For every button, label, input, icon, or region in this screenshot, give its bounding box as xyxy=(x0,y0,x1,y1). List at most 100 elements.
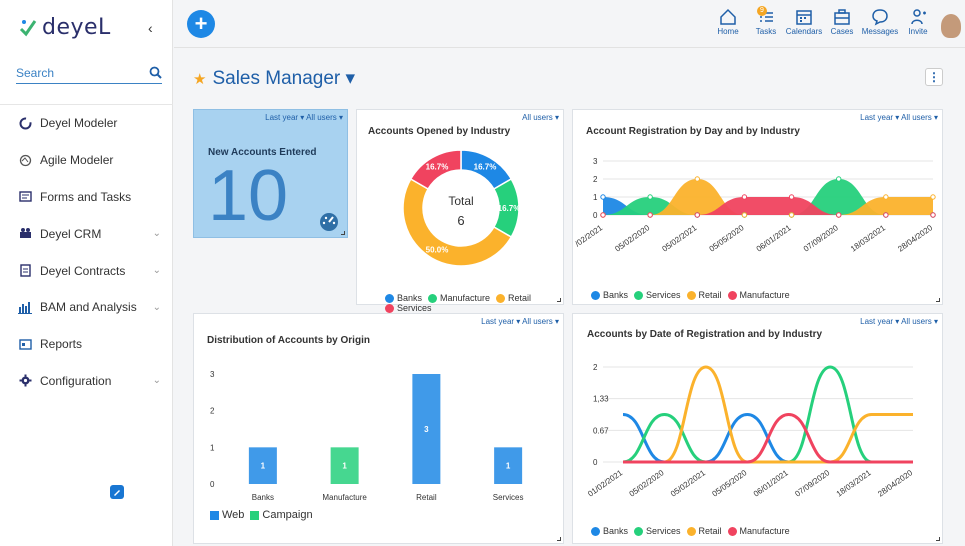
x-tick-label: Manufacture xyxy=(322,493,367,502)
donut-chart: 16.7% 16.7% 50.0% 16.7% Total 6 xyxy=(402,149,520,267)
area-point xyxy=(788,212,795,218)
gear-icon xyxy=(18,374,32,388)
contracts-icon xyxy=(18,264,32,278)
nav-tasks-label: Tasks xyxy=(755,27,777,36)
edit-menu-button[interactable] xyxy=(110,485,124,499)
y-tick-label: 2 xyxy=(210,407,215,416)
x-tick-label: 05/05/2020 xyxy=(710,468,748,499)
resize-handle[interactable] xyxy=(557,298,561,302)
y-tick-label: 2 xyxy=(593,175,598,184)
donut-card: All users ▾ Accounts Opened by Industry … xyxy=(356,109,564,313)
deyel-logo[interactable]: deyeL xyxy=(18,12,111,42)
nav-calendars[interactable]: Calendars xyxy=(785,8,823,36)
x-tick-label: 18/03/2021 xyxy=(835,468,873,499)
crm-icon xyxy=(18,227,32,241)
area-point xyxy=(788,194,795,200)
more-options-button[interactable]: ⋮ xyxy=(925,68,943,86)
donut-center-label: Total xyxy=(448,194,473,208)
y-tick-label: 3 xyxy=(210,370,215,379)
bar-chart-filter[interactable]: Last year ▾ All users ▾ xyxy=(481,317,559,326)
legend-services[interactable]: Services xyxy=(634,290,681,300)
x-tick-label: 05/05/2020 xyxy=(708,223,746,254)
resize-handle[interactable] xyxy=(341,231,345,235)
legend-retail[interactable]: Retail xyxy=(686,290,722,300)
top-nav: Home 9 Tasks Calendars Cases Messages In… xyxy=(709,6,937,36)
donut-slice-label: 16.7% xyxy=(426,162,449,171)
sidebar-item-deyel-crm[interactable]: Deyel CRM ⌄ xyxy=(0,215,173,252)
sidebar-item-deyel-modeler[interactable]: Deyel Modeler xyxy=(0,105,173,142)
resize-handle[interactable] xyxy=(936,537,940,541)
sidebar-item-deyel-contracts[interactable]: Deyel Contracts ⌄ xyxy=(0,252,173,289)
legend-campaign[interactable]: Campaign xyxy=(250,509,313,521)
area-point xyxy=(883,212,889,218)
nav-tasks[interactable]: 9 Tasks xyxy=(747,6,785,36)
sidebar-item-label: Reports xyxy=(40,337,83,352)
sidebar-item-configuration[interactable]: Configuration ⌄ xyxy=(0,363,173,400)
legend-manufacture[interactable]: Manufacture xyxy=(428,293,490,303)
user-avatar[interactable] xyxy=(941,14,961,38)
legend-services[interactable]: Services xyxy=(634,526,681,536)
area-chart-filter[interactable]: Last year ▾ All users ▾ xyxy=(860,113,938,122)
search-input[interactable] xyxy=(16,65,126,80)
y-tick-label: 1 xyxy=(210,443,215,452)
legend-services[interactable]: Services xyxy=(385,303,432,313)
chevron-down-icon: ⌄ xyxy=(152,228,161,240)
area-point xyxy=(741,194,748,200)
logo-icon xyxy=(19,20,37,37)
sidebar-item-bam-and-analysis[interactable]: BAM and Analysis ⌄ xyxy=(0,289,173,326)
chevron-down-icon: ⌄ xyxy=(152,265,161,277)
x-tick-label: Banks xyxy=(252,493,274,502)
line-chart-filter[interactable]: Last year ▾ All users ▾ xyxy=(860,317,938,326)
legend-retail[interactable]: Retail xyxy=(496,293,531,303)
area-point xyxy=(741,212,748,218)
sidebar-item-reports[interactable]: Reports xyxy=(0,326,173,363)
sidebar-item-label: Deyel Contracts xyxy=(40,263,126,278)
legend-manufacture[interactable]: Manufacture xyxy=(727,290,790,300)
page-title[interactable]: ★ Sales Manager ▾ xyxy=(193,67,355,90)
legend-banks[interactable]: Banks xyxy=(591,526,628,536)
gauge-icon[interactable] xyxy=(318,211,340,231)
resize-handle[interactable] xyxy=(557,537,561,541)
bar-chart-title: Distribution of Accounts by Origin xyxy=(207,335,370,346)
chevron-down-icon: ⌄ xyxy=(152,375,161,387)
bar-data-label: 1 xyxy=(506,462,511,471)
legend-banks[interactable]: Banks xyxy=(385,293,422,303)
add-button[interactable]: + xyxy=(187,10,215,38)
area-point xyxy=(647,212,653,218)
area-point xyxy=(883,194,889,200)
area-point xyxy=(694,212,700,218)
nav-calendars-label: Calendars xyxy=(785,27,823,36)
sidebar-item-agile-modeler[interactable]: Agile Modeler xyxy=(0,142,173,179)
sidebar-item-label: BAM and Analysis xyxy=(40,300,137,315)
star-icon[interactable]: ★ xyxy=(193,70,206,88)
nav-messages[interactable]: Messages xyxy=(861,8,899,36)
sidebar-item-forms-and-tasks[interactable]: Forms and Tasks xyxy=(0,179,173,216)
kpi-card: Last year ▾ All users ▾ New Accounts Ent… xyxy=(193,109,348,238)
kpi-filter[interactable]: Last year ▾ All users ▾ xyxy=(265,113,343,122)
area-point xyxy=(930,194,936,200)
logo-text: deyeL xyxy=(42,14,111,40)
x-tick-label: 07/09/2020 xyxy=(802,223,840,254)
resize-handle[interactable] xyxy=(936,298,940,302)
sidebar-item-label: Agile Modeler xyxy=(40,153,114,168)
collapse-sidebar-button[interactable]: ‹ xyxy=(148,20,153,36)
area-point xyxy=(647,194,653,200)
area-point xyxy=(836,212,842,218)
area-point xyxy=(600,212,606,218)
forms-icon xyxy=(18,190,32,204)
legend-retail[interactable]: Retail xyxy=(686,526,722,536)
legend-web[interactable]: Web xyxy=(210,509,244,521)
area-chart-legend: Banks Services Retail Manufacture xyxy=(591,290,796,300)
area-chart-title: Account Registration by Day and by Indus… xyxy=(586,126,800,137)
line-chart: 0 0.67 1,33 2 01/02/2021 05/02/2020 05/02/2021… xyxy=(586,363,914,499)
search-icon[interactable] xyxy=(149,66,162,79)
legend-manufacture[interactable]: Manufacture xyxy=(727,526,790,536)
area-point xyxy=(694,176,700,182)
nav-home[interactable]: Home xyxy=(709,8,747,36)
donut-filter[interactable]: All users ▾ xyxy=(522,113,559,122)
line-chart-card: Last year ▾ All users ▾ Accounts by Date… xyxy=(572,313,943,544)
legend-banks[interactable]: Banks xyxy=(591,290,628,300)
nav-invite[interactable]: Invite xyxy=(899,8,937,36)
nav-cases[interactable]: Cases xyxy=(823,8,861,36)
donut-slice-label: 16.7% xyxy=(474,162,497,171)
